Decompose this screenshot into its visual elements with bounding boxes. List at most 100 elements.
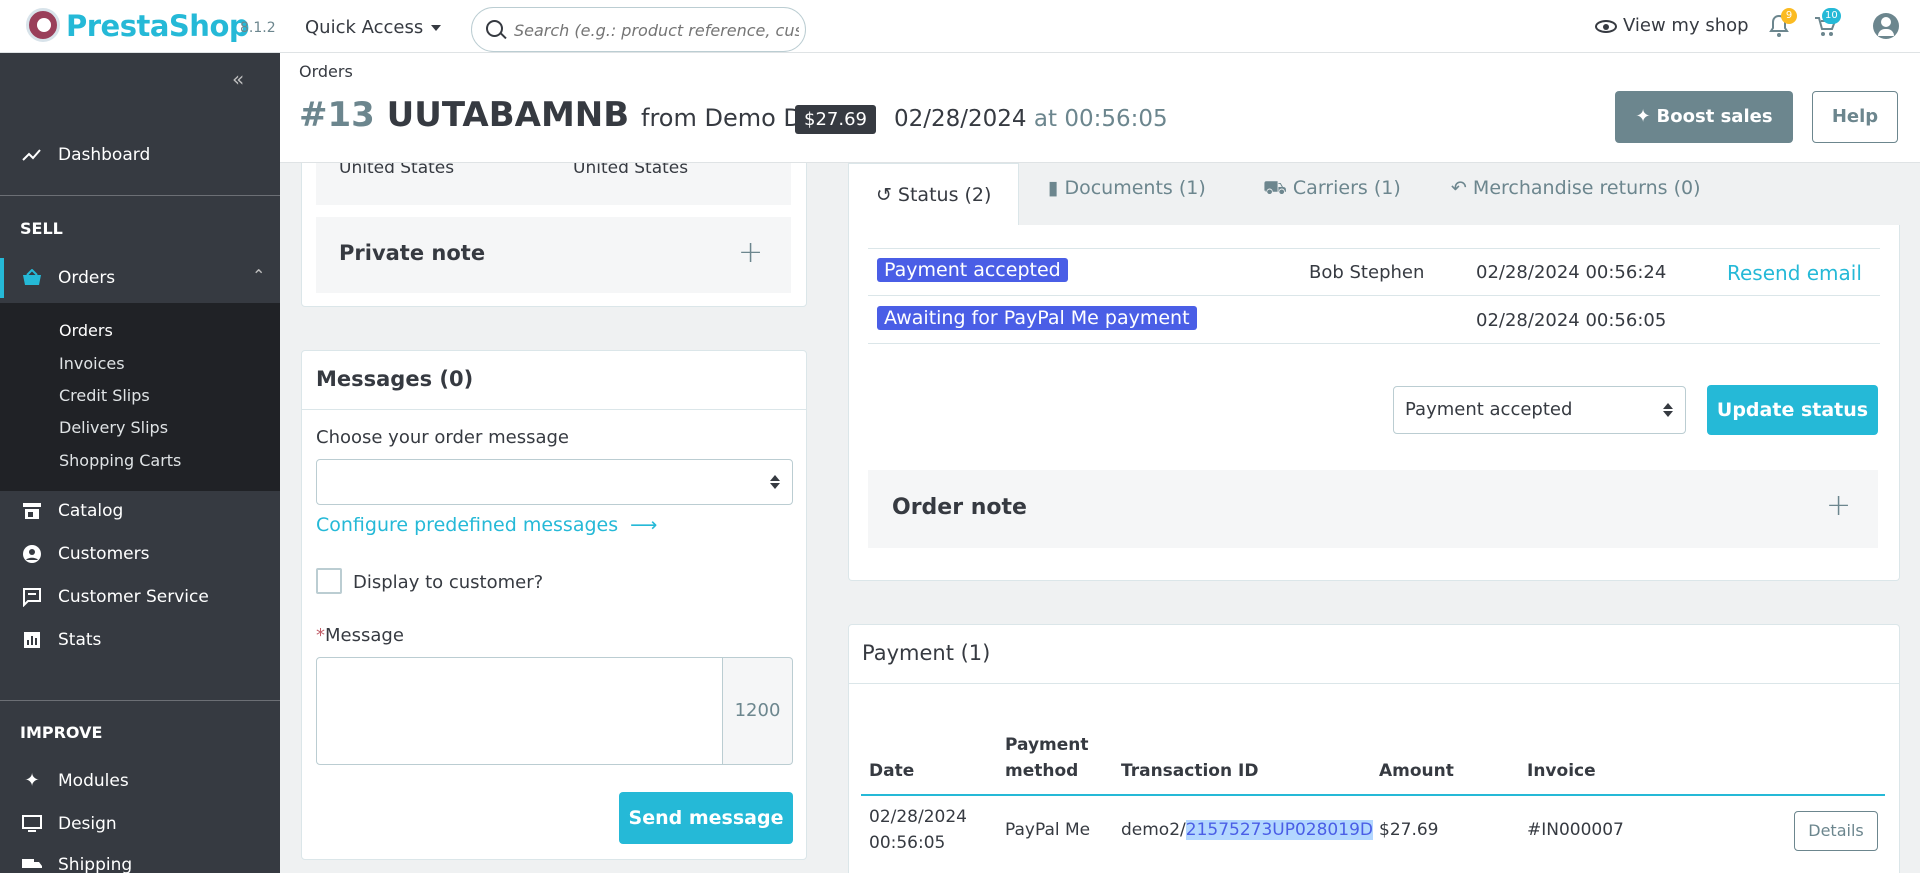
resend-email-link[interactable]: Resend email	[1727, 261, 1862, 285]
transaction-selected-text: 21575273UP028019D	[1185, 820, 1373, 840]
transaction-prefix: demo2/	[1121, 820, 1186, 840]
view-shop-label: View my shop	[1623, 15, 1749, 36]
truck-icon	[22, 855, 42, 873]
prestashop-logo-icon[interactable]	[26, 8, 60, 42]
sidebar-item-label: Orders	[58, 268, 116, 288]
order-time: at 00:56:05	[1033, 106, 1168, 132]
user-avatar-icon[interactable]	[1873, 13, 1899, 39]
choose-message-label: Choose your order message	[316, 427, 569, 448]
order-note-title: Order note	[892, 495, 1027, 520]
history-date: 02/28/2024 00:56:24	[1476, 262, 1667, 283]
desktop-icon	[22, 814, 42, 834]
order-status-select[interactable]: Payment accepted	[1393, 386, 1686, 434]
sidebar-item-orders[interactable]: Orders ⌃	[0, 258, 280, 298]
column-header-amount: Amount	[1379, 761, 1454, 781]
boost-sales-button[interactable]: ✦ Boost sales	[1615, 91, 1793, 143]
order-date: 02/28/2024	[894, 106, 1027, 132]
submenu-item-orders[interactable]: Orders	[59, 321, 113, 340]
divider	[0, 195, 280, 196]
sidebar-item-design[interactable]: Design	[0, 804, 280, 844]
tab-returns-label: Merchandise returns (0)	[1472, 177, 1701, 199]
sidebar-item-customers[interactable]: Customers	[0, 534, 280, 574]
message-label: *Message	[316, 625, 404, 646]
send-message-button[interactable]: Send message	[619, 792, 793, 844]
divider	[868, 295, 1880, 296]
messages-title: Messages (0)	[316, 367, 474, 391]
tab-documents[interactable]: ▮ Documents (1)	[1048, 163, 1206, 225]
divider	[0, 700, 280, 701]
submenu-item-delivery-slips[interactable]: Delivery Slips	[59, 418, 168, 437]
shopping-basket-icon	[22, 268, 42, 288]
status-badge: Awaiting for PayPal Me payment	[877, 306, 1197, 330]
sidebar-item-customer-service[interactable]: Customer Service	[0, 577, 280, 617]
payment-date-day: 02/28/2024	[869, 807, 967, 827]
sidebar-item-modules[interactable]: ✦ Modules	[0, 761, 280, 801]
payment-method-value: PayPal Me	[1005, 820, 1091, 840]
history-employee: Bob Stephen	[1309, 262, 1425, 283]
details-button[interactable]: Details	[1794, 811, 1878, 851]
order-note-panel[interactable]: Order note +	[868, 470, 1878, 548]
undo-icon: ↶	[1451, 177, 1467, 199]
search-input[interactable]	[514, 18, 799, 42]
sidebar-item-label: Customer Service	[58, 587, 209, 607]
page-header: Orders #13 UUTABAMNB from Demo Demo $27.…	[280, 53, 1920, 163]
page-title: #13 UUTABAMNB from Demo Demo	[299, 95, 855, 135]
private-note-title: Private note	[339, 241, 486, 265]
plus-icon[interactable]: +	[738, 235, 763, 270]
character-counter: 1200	[723, 657, 793, 765]
order-status-value: Payment accepted	[1405, 399, 1573, 420]
tab-status[interactable]: ↺ Status (2)	[848, 163, 1020, 225]
tab-carriers[interactable]: ⛟ Carriers (1)	[1263, 163, 1401, 225]
puzzle-icon: ✦	[24, 770, 40, 791]
cart-badge: 10	[1822, 8, 1841, 24]
collapse-sidebar-icon[interactable]: «	[232, 67, 244, 91]
chevron-up-icon: ⌃	[252, 266, 266, 285]
transaction-id[interactable]: demo2/21575273UP028019D	[1121, 817, 1373, 843]
sidebar-item-shipping[interactable]: Shipping	[0, 845, 280, 873]
payment-date-time: 00:56:05	[869, 833, 946, 853]
message-textarea[interactable]	[316, 657, 723, 765]
view-shop-link[interactable]: View my shop	[1595, 15, 1749, 36]
submenu-item-invoices[interactable]: Invoices	[59, 354, 125, 373]
order-message-select[interactable]	[316, 459, 793, 505]
private-note-panel[interactable]: Private note +	[316, 217, 791, 293]
tab-documents-label: Documents (1)	[1064, 177, 1206, 199]
update-status-button[interactable]: Update status	[1707, 385, 1878, 435]
display-to-customer-label: Display to customer?	[353, 572, 544, 593]
history-icon: ↺	[876, 184, 892, 206]
eye-icon	[1595, 19, 1617, 33]
chat-icon	[22, 587, 42, 607]
sidebar-item-stats[interactable]: Stats	[0, 620, 280, 660]
order-number: #13	[299, 95, 375, 135]
submenu-item-shopping-carts[interactable]: Shopping Carts	[59, 451, 181, 470]
sidebar-item-dashboard[interactable]: Dashboard	[0, 135, 280, 175]
breadcrumb[interactable]: Orders	[299, 62, 353, 81]
brand-name[interactable]: PrestaShop	[66, 9, 250, 43]
truck-icon: ⛟	[1263, 177, 1287, 199]
divider	[849, 683, 1899, 684]
boost-sales-label: Boost sales	[1656, 106, 1773, 127]
payment-title: Payment (1)	[862, 641, 991, 665]
column-header-date: Date	[869, 761, 915, 781]
tab-merchandise-returns[interactable]: ↶ Merchandise returns (0)	[1451, 163, 1701, 225]
column-header-invoice: Invoice	[1527, 761, 1596, 781]
configure-predefined-messages-link[interactable]: Configure predefined messages ⟶	[316, 514, 657, 536]
sidebar-item-catalog[interactable]: Catalog	[0, 491, 280, 531]
select-arrows-icon	[770, 473, 780, 491]
plus-icon[interactable]: +	[1826, 488, 1851, 523]
arrow-right-icon: ⟶	[630, 514, 658, 536]
quick-access-dropdown[interactable]: Quick Access	[305, 17, 441, 38]
sidebar: « Dashboard SELL Orders ⌃ Orders Invoice…	[0, 53, 280, 873]
help-button[interactable]: Help	[1812, 91, 1898, 143]
submenu-item-credit-slips[interactable]: Credit Slips	[59, 386, 150, 405]
sidebar-item-label: Catalog	[58, 501, 124, 521]
history-date: 02/28/2024 00:56:05	[1476, 310, 1667, 331]
sidebar-item-label: Customers	[58, 544, 150, 564]
version-label: 8.1.2	[240, 20, 276, 36]
search-box[interactable]	[471, 7, 806, 52]
display-to-customer-checkbox[interactable]	[316, 568, 342, 594]
status-badge: Payment accepted	[877, 258, 1068, 282]
store-icon	[22, 501, 42, 521]
trending-up-icon	[22, 145, 42, 165]
bar-chart-icon	[22, 630, 42, 650]
